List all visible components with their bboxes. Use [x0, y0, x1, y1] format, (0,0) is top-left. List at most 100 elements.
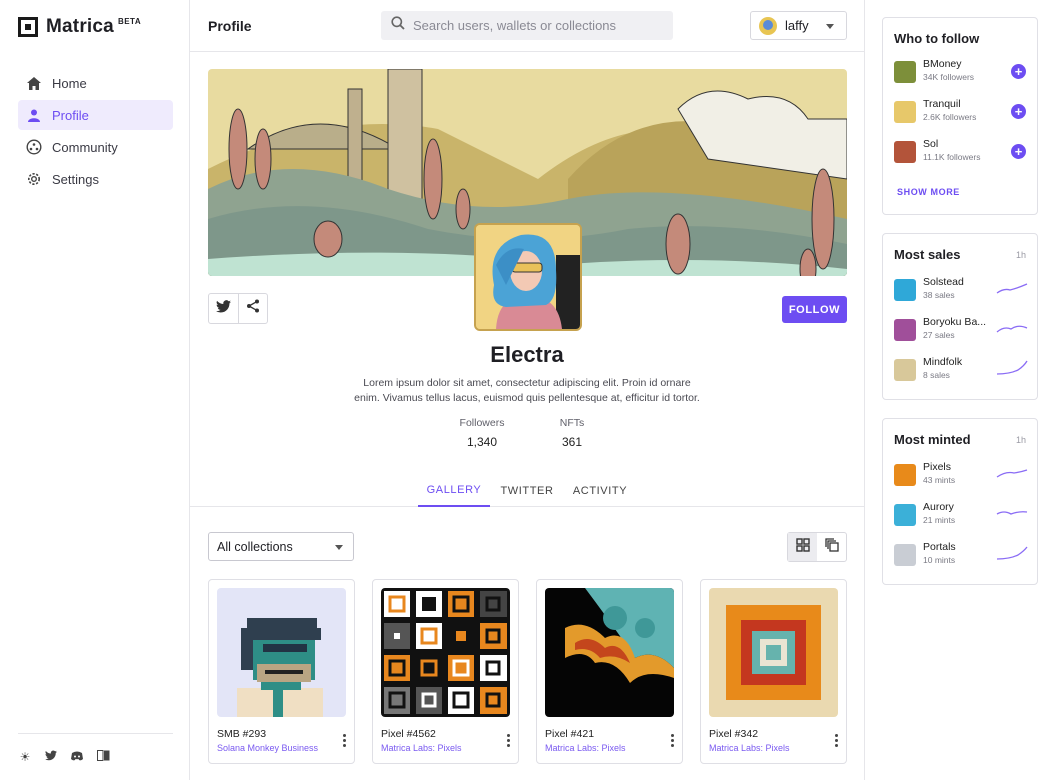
nft-collection-link[interactable]: Matrica Labs: Pixels [545, 743, 626, 753]
sidebar-item-community[interactable]: Community [18, 132, 173, 162]
followers-stat[interactable]: Followers 1,340 [452, 417, 512, 449]
user-name: laffy [785, 18, 809, 33]
more-options-icon[interactable] [342, 734, 346, 747]
follow-plus-icon[interactable]: + [1011, 64, 1026, 79]
sidebar-item-label: Settings [52, 171, 99, 187]
list-item[interactable]: BMoney 34K followers + [894, 58, 1028, 88]
search-input[interactable] [413, 18, 653, 33]
sidebar-item-home[interactable]: Home [18, 68, 173, 98]
grid-view-button[interactable] [788, 533, 817, 561]
top-bar: Profile laffy [190, 0, 864, 52]
collection-thumb [894, 504, 916, 526]
sidebar-nav: Home Profile Community Settings [18, 68, 173, 196]
sun-icon[interactable]: ☀ [18, 750, 32, 764]
sparkline [996, 283, 1028, 294]
user-name: Tranquil [923, 98, 961, 110]
sparkline [996, 469, 1028, 478]
sidebar-item-profile[interactable]: Profile [18, 100, 173, 130]
sidebar-item-settings[interactable]: Settings [18, 164, 173, 194]
follow-plus-icon[interactable]: + [1011, 104, 1026, 119]
collection-name: Solstead [923, 276, 964, 288]
more-options-icon[interactable] [506, 734, 510, 747]
collection-thumb [894, 279, 916, 301]
sparkline [996, 360, 1028, 375]
stack-view-button[interactable] [817, 533, 846, 561]
docs-icon[interactable] [96, 750, 110, 764]
profile-avatar [474, 223, 582, 331]
beta-badge: BETA [117, 16, 142, 26]
list-item[interactable]: Solstead 38 sales [894, 276, 1028, 306]
collection-name: Portals [923, 541, 956, 553]
search-bar[interactable] [381, 11, 673, 40]
mint-count: 43 mints [923, 475, 956, 485]
nft-collection-link[interactable]: Matrica Labs: Pixels [381, 743, 462, 753]
twitter-icon[interactable] [44, 750, 58, 764]
discord-icon[interactable] [70, 750, 84, 764]
stat-label: NFTs [559, 417, 585, 429]
more-options-icon[interactable] [670, 734, 674, 747]
more-options-icon[interactable] [834, 734, 838, 747]
nfts-stat[interactable]: NFTs 361 [542, 417, 602, 449]
collection-name: Boryoku Ba... [923, 316, 987, 328]
sales-count: 8 sales [923, 370, 950, 380]
nft-collection-link[interactable]: Matrica Labs: Pixels [709, 743, 790, 753]
collection-thumb [894, 464, 916, 486]
follower-count: 2.6K followers [923, 112, 977, 122]
nft-collection-link[interactable]: Solana Monkey Business [217, 743, 318, 753]
follow-button[interactable]: FOLLOW [782, 296, 847, 323]
show-more-link[interactable]: SHOW MORE [897, 187, 960, 197]
twitter-share-button[interactable] [209, 294, 238, 323]
main-content: FOLLOW Electra Lorem ipsum dolor sit ame… [190, 52, 864, 780]
nft-title: SMB #293 [217, 728, 267, 740]
gear-icon [26, 171, 42, 187]
follower-count: 34K followers [923, 72, 975, 82]
time-range-label: 1h [1015, 250, 1026, 260]
avatar [894, 101, 916, 123]
most-minted-panel: Most minted 1h Pixels 43 mints Aurory 21… [882, 418, 1038, 585]
stat-value: 361 [561, 435, 583, 449]
list-item[interactable]: Pixels 43 mints [894, 461, 1028, 491]
user-name: Sol [923, 138, 939, 150]
home-icon [26, 75, 42, 91]
share-icon [246, 299, 260, 318]
collection-filter-select[interactable]: All collections [208, 532, 354, 561]
nft-card[interactable]: Pixel #421 Matrica Labs: Pixels [536, 579, 683, 764]
share-button[interactable] [238, 294, 267, 323]
nft-card[interactable]: Pixel #4562 Matrica Labs: Pixels [372, 579, 519, 764]
stack-icon [824, 537, 839, 557]
panel-title: Most minted [894, 432, 971, 447]
sidebar: Matrica BETA Home Profile Community Sett… [0, 0, 190, 780]
nft-title: Pixel #4562 [381, 728, 436, 740]
nft-card[interactable]: SMB #293 Solana Monkey Business [208, 579, 355, 764]
tab-twitter[interactable]: TWITTER [493, 474, 561, 507]
most-sales-panel: Most sales 1h Solstead 38 sales Boryoku … [882, 233, 1038, 400]
logo[interactable]: Matrica BETA [18, 16, 141, 38]
list-item[interactable]: Tranquil 2.6K followers + [894, 98, 1028, 128]
mint-count: 10 mints [923, 555, 956, 565]
list-item[interactable]: Sol 11.1K followers + [894, 138, 1028, 168]
twitter-icon [216, 299, 231, 318]
stat-label: Followers [459, 417, 505, 429]
nft-card[interactable]: Pixel #342 Matrica Labs: Pixels [700, 579, 847, 764]
collection-filter-value: All collections [217, 539, 293, 554]
list-item[interactable]: Portals 10 mints [894, 541, 1028, 571]
list-item[interactable]: Mindfolk 8 sales [894, 356, 1028, 386]
tab-gallery[interactable]: GALLERY [418, 474, 490, 507]
avatar [894, 61, 916, 83]
list-item[interactable]: Aurory 21 mints [894, 501, 1028, 531]
matrica-logo-icon [18, 17, 38, 37]
user-name: BMoney [923, 58, 962, 70]
tab-activity[interactable]: ACTIVITY [566, 474, 634, 507]
sidebar-item-label: Profile [52, 107, 89, 123]
collection-name: Aurory [923, 501, 954, 513]
share-buttons [208, 293, 268, 324]
panel-title: Most sales [894, 247, 961, 262]
follow-plus-icon[interactable]: + [1011, 144, 1026, 159]
user-menu[interactable]: laffy [750, 11, 847, 40]
sales-count: 27 sales [923, 330, 955, 340]
person-icon [26, 107, 42, 123]
profile-tabs: GALLERY TWITTER ACTIVITY [190, 474, 864, 507]
sidebar-item-label: Community [52, 139, 118, 155]
time-range-label: 1h [1015, 435, 1026, 445]
list-item[interactable]: Boryoku Ba... 27 sales [894, 316, 1028, 346]
